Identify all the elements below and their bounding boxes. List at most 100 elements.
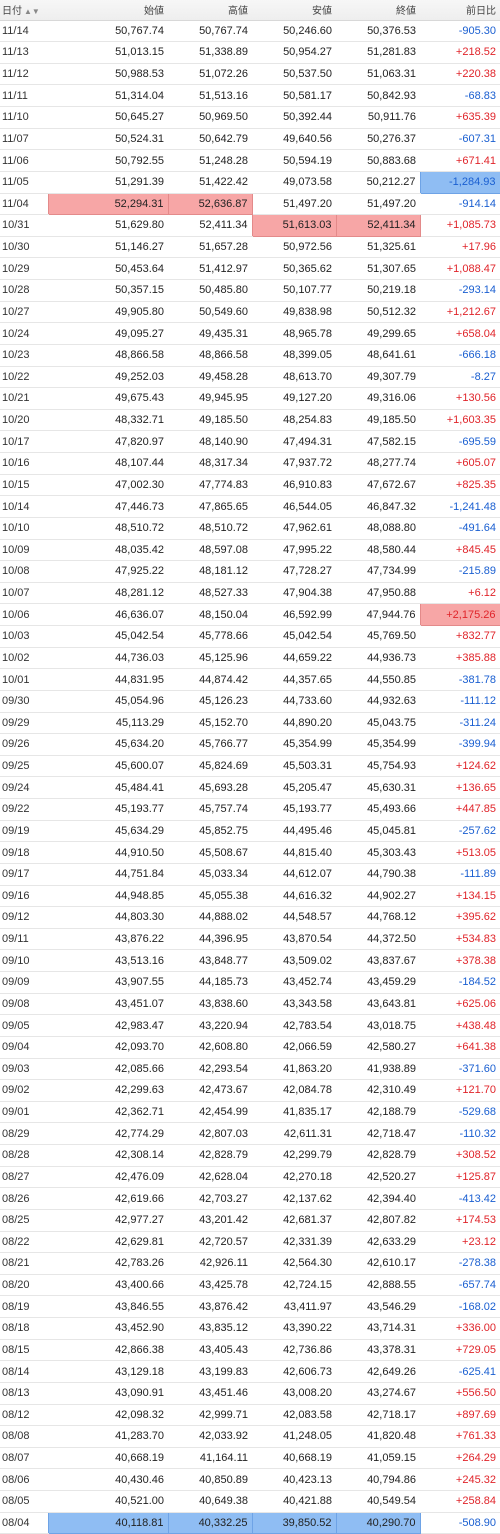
cell-date: 10/16 [0,452,48,475]
table-row: 11/05 51,291.39 51,422.42 49,073.58 50,212.2… [0,170,500,194]
cell-date: 09/08 [0,993,48,1016]
cell-low: 48,254.83 [252,409,336,432]
header-close[interactable]: 終値 [336,0,420,21]
sort-arrows-icon[interactable]: ▲▼ [24,7,40,16]
table-row: 08/21 42,783.26 42,926.11 42,564.30 42,610.1… [0,1252,500,1275]
cell-date: 09/16 [0,885,48,908]
cell-date: 10/15 [0,474,48,497]
cell-change: -8.27 [420,366,500,389]
cell-date: 08/12 [0,1404,48,1427]
table-row: 10/29 50,453.64 51,412.97 50,365.62 51,307.6… [0,257,500,280]
cell-change: -381.78 [420,668,500,691]
cell-close: 51,497.20 [336,193,420,216]
cell-close: 51,063.31 [336,63,420,86]
cell-open: 50,453.64 [48,257,168,280]
cell-low: 45,042.54 [252,625,336,648]
table-row: 09/02 42,299.63 42,473.67 42,084.78 42,310.4… [0,1079,500,1102]
cell-high: 52,411.34 [168,214,252,237]
header-open[interactable]: 始値 [48,0,168,21]
cell-open: 48,866.58 [48,344,168,367]
table-row: 10/15 47,002.30 47,774.83 46,910.83 47,672.6… [0,474,500,497]
table-row: 10/30 51,146.27 51,657.28 50,972.56 51,325.6… [0,236,500,259]
cell-date: 09/18 [0,841,48,864]
header-change[interactable]: 前日比 [420,0,500,21]
cell-high: 45,852.75 [168,820,252,843]
cell-high: 44,874.42 [168,668,252,691]
cell-date: 09/24 [0,776,48,799]
cell-low: 44,733.60 [252,690,336,713]
cell-open: 42,362.71 [48,1101,168,1124]
cell-close: 48,641.61 [336,344,420,367]
table-row: 11/13 51,013.15 51,338.89 50,954.27 51,281.8… [0,41,500,64]
cell-open: 50,767.74 [48,20,168,43]
cell-high: 45,693.28 [168,776,252,799]
cell-close: 42,888.55 [336,1274,420,1297]
cell-high: 45,055.38 [168,885,252,908]
cell-high: 44,888.02 [168,906,252,929]
cell-low: 50,107.77 [252,279,336,302]
cell-high: 48,866.58 [168,344,252,367]
cell-date: 08/26 [0,1187,48,1210]
cell-close: 50,842.93 [336,84,420,107]
header-high[interactable]: 高値 [168,0,252,21]
cell-change: -1,284.93 [419,170,500,194]
cell-low: 42,611.31 [252,1122,336,1145]
cell-change: +825.35 [420,474,500,497]
cell-date: 09/04 [0,1036,48,1059]
cell-low: 42,736.86 [252,1339,336,1362]
cell-high: 51,422.42 [168,171,252,194]
cell-low: 40,668.19 [252,1447,336,1470]
cell-close: 40,290.70 [335,1511,421,1534]
cell-date: 09/22 [0,798,48,821]
cell-change: -311.24 [420,712,500,735]
table-row: 08/20 43,400.66 43,425.78 42,724.15 42,888.5… [0,1274,500,1297]
cell-close: 45,354.99 [336,733,420,756]
cell-date: 10/30 [0,236,48,259]
table-row: 09/09 43,907.55 44,185.73 43,452.74 43,459.2… [0,971,500,994]
cell-open: 41,283.70 [48,1425,168,1448]
cell-high: 42,828.79 [168,1144,252,1167]
header-date[interactable]: 日付 ▲▼ [0,0,48,21]
cell-open: 51,314.04 [48,84,168,107]
table-row: 09/25 45,600.07 45,824.69 45,503.31 45,754.9… [0,755,500,778]
cell-date: 09/25 [0,755,48,778]
cell-change: -914.14 [420,193,500,216]
cell-high: 48,597.08 [168,539,252,562]
cell-close: 49,307.79 [336,366,420,389]
header-low[interactable]: 安値 [252,0,336,21]
cell-close: 42,520.27 [336,1166,420,1189]
cell-change: +625.06 [420,993,500,1016]
cell-open: 40,118.81 [47,1511,169,1534]
cell-open: 49,252.03 [48,366,168,389]
cell-date: 11/05 [0,171,48,194]
cell-date: 11/13 [0,41,48,64]
cell-close: 51,281.83 [336,41,420,64]
cell-low: 41,835.17 [252,1101,336,1124]
table-row: 11/07 50,524.31 50,642.79 49,640.56 50,276.3… [0,128,500,151]
table-row: 11/11 51,314.04 51,513.16 50,581.17 50,842.9… [0,84,500,107]
cell-close: 45,754.93 [336,755,420,778]
cell-close: 41,938.89 [336,1058,420,1081]
cell-open: 44,803.30 [48,906,168,929]
header-date-label: 日付 [2,6,22,18]
cell-change: +174.53 [420,1209,500,1232]
cell-low: 44,659.22 [252,647,336,670]
cell-high: 43,838.60 [168,993,252,1016]
cell-high: 43,876.42 [168,1295,252,1318]
cell-low: 44,357.65 [252,668,336,691]
price-history-table: 日付 ▲▼ 始値 高値 安値 終値 前日比 11/14 50,767.74 50,76… [0,0,500,1534]
cell-open: 43,090.91 [48,1382,168,1405]
cell-change: +556.50 [420,1382,500,1405]
cell-date: 08/04 [0,1512,48,1534]
cell-open: 45,634.29 [48,820,168,843]
cell-change: -168.02 [420,1295,500,1318]
cell-date: 08/27 [0,1166,48,1189]
cell-open: 47,446.73 [48,495,168,518]
cell-high: 43,425.78 [168,1274,252,1297]
cell-open: 45,600.07 [48,755,168,778]
cell-high: 51,657.28 [168,236,252,259]
cell-open: 43,452.90 [48,1317,168,1340]
cell-low: 44,495.46 [252,820,336,843]
cell-close: 44,550.85 [336,668,420,691]
cell-open: 42,977.27 [48,1209,168,1232]
